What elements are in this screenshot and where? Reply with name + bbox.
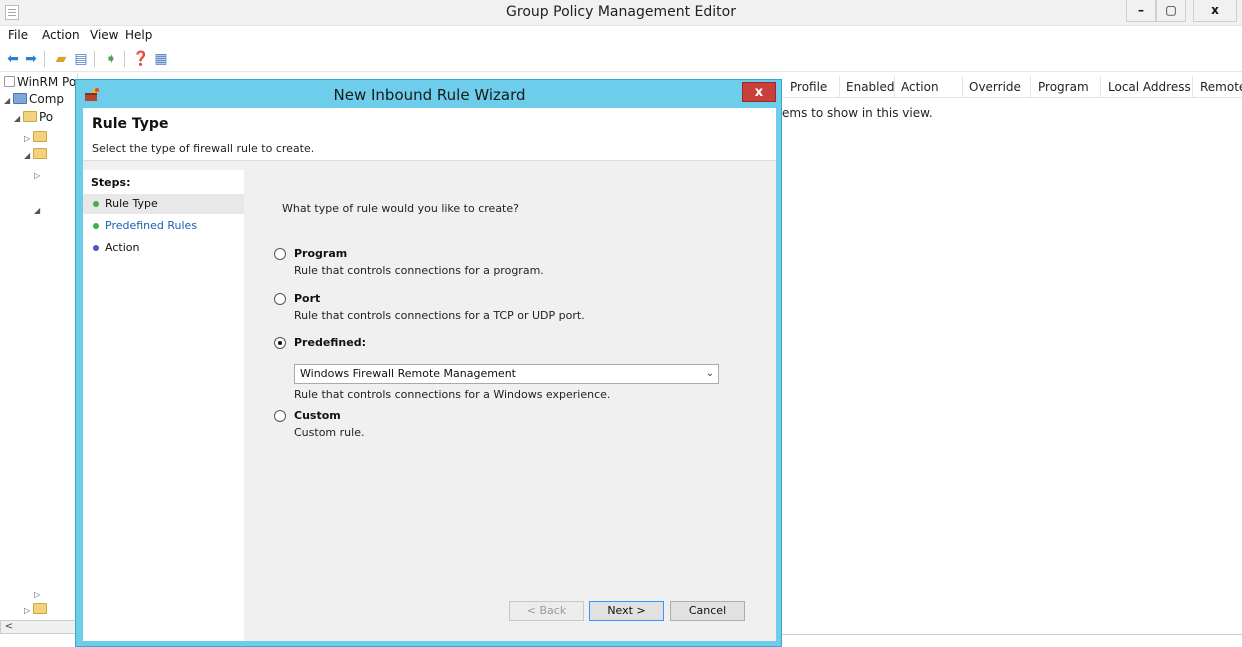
steps-title: Steps: bbox=[91, 176, 131, 189]
collapse-arrow-icon[interactable]: ◢ bbox=[34, 206, 43, 215]
tree-item[interactable]: ◢ bbox=[24, 147, 49, 163]
step-predefined-rules[interactable]: Predefined Rules bbox=[83, 216, 244, 236]
menu-file[interactable]: File bbox=[8, 28, 28, 42]
column-separator bbox=[962, 76, 963, 98]
toolbar-separator bbox=[44, 51, 45, 67]
steps-pane: Steps: Rule Type Predefined Rules Action bbox=[83, 170, 244, 641]
step-rule-type[interactable]: Rule Type bbox=[83, 194, 244, 214]
column-local-address[interactable]: Local Address bbox=[1108, 80, 1191, 94]
back-arrow-icon[interactable]: ⬅ bbox=[4, 50, 22, 68]
step-status-icon bbox=[93, 245, 99, 251]
step-status-icon bbox=[93, 223, 99, 229]
cancel-button[interactable]: Cancel bbox=[670, 601, 745, 621]
minimize-button[interactable]: – bbox=[1126, 0, 1156, 22]
tree-item[interactable]: ◢ bbox=[34, 202, 43, 218]
toolbar: ⬅ ➡ ▰ ▤ ➧ ❓ ▦ bbox=[0, 46, 1242, 72]
wizard-body: Rule Type Select the type of firewall ru… bbox=[83, 108, 776, 641]
computer-icon bbox=[13, 93, 27, 104]
wizard-content: What type of rule would you like to crea… bbox=[244, 170, 776, 641]
predefined-rule-select[interactable]: Windows Firewall Remote Management bbox=[294, 364, 719, 384]
tree-item[interactable]: ▷ bbox=[24, 130, 49, 146]
help-icon[interactable]: ❓ bbox=[132, 50, 150, 68]
scroll-left-button[interactable]: < bbox=[2, 621, 16, 633]
page-title: Rule Type bbox=[92, 116, 169, 132]
column-remote[interactable]: Remote bbox=[1200, 80, 1242, 94]
column-separator bbox=[1100, 76, 1101, 98]
new-inbound-rule-wizard: New Inbound Rule Wizard x Rule Type Sele… bbox=[75, 79, 782, 647]
folder-icon bbox=[23, 111, 37, 122]
toolbar-separator bbox=[94, 51, 95, 67]
wizard-title: New Inbound Rule Wizard bbox=[333, 86, 526, 104]
tree-item-policies[interactable]: ◢ Po bbox=[14, 110, 53, 126]
column-action[interactable]: Action bbox=[901, 80, 939, 94]
step-action[interactable]: Action bbox=[83, 238, 244, 258]
wizard-close-button[interactable]: x bbox=[742, 82, 776, 102]
column-separator bbox=[1192, 76, 1193, 98]
expand-arrow-icon[interactable]: ▷ bbox=[34, 590, 43, 599]
window-title: Group Policy Management Editor bbox=[506, 4, 736, 20]
show-hide-tree-icon[interactable]: ▤ bbox=[72, 50, 90, 68]
step-status-icon bbox=[93, 201, 99, 207]
collapse-arrow-icon[interactable]: ◢ bbox=[4, 96, 13, 105]
custom-radio[interactable] bbox=[274, 410, 286, 422]
column-program[interactable]: Program bbox=[1038, 80, 1089, 94]
menu-help[interactable]: Help bbox=[125, 28, 152, 42]
menu-view[interactable]: View bbox=[90, 28, 118, 42]
tree-item-root[interactable]: WinRM Po bbox=[4, 75, 76, 91]
predefined-radio[interactable] bbox=[274, 337, 286, 349]
status-divider bbox=[782, 634, 1242, 635]
port-radio[interactable] bbox=[274, 293, 286, 305]
maximize-button[interactable]: ▢ bbox=[1156, 0, 1186, 22]
forward-arrow-icon[interactable]: ➡ bbox=[22, 50, 40, 68]
predefined-description: Rule that controls connections for a Win… bbox=[294, 388, 611, 401]
export-list-icon[interactable]: ➧ bbox=[102, 50, 120, 68]
column-separator bbox=[839, 76, 840, 98]
folder-icon bbox=[33, 148, 47, 159]
tree-horizontal-scrollbar[interactable]: < bbox=[0, 620, 78, 634]
next-button[interactable]: Next > bbox=[589, 601, 664, 621]
folder-icon bbox=[33, 603, 47, 614]
title-bar: Group Policy Management Editor – ▢ x bbox=[0, 0, 1242, 26]
tree-item[interactable]: ▷ bbox=[34, 167, 43, 183]
expand-arrow-icon[interactable]: ▷ bbox=[24, 606, 33, 615]
rule-type-question: What type of rule would you like to crea… bbox=[282, 202, 519, 215]
tree-item[interactable]: ▷ bbox=[24, 602, 49, 618]
tree-item-computer[interactable]: ◢ Comp bbox=[4, 92, 64, 108]
tree-item[interactable]: ▷ bbox=[34, 586, 43, 602]
tree-pane: WinRM Po ◢ Comp ◢ Po ▷ ◢ ▷ ◢ ▷ ▷ bbox=[0, 73, 78, 633]
policy-icon bbox=[4, 76, 15, 87]
column-separator bbox=[894, 76, 895, 98]
page-subtitle: Select the type of firewall rule to crea… bbox=[92, 142, 315, 155]
wizard-header: Rule Type Select the type of firewall ru… bbox=[83, 108, 776, 161]
folder-icon bbox=[33, 131, 47, 142]
expand-arrow-icon[interactable]: ▷ bbox=[34, 171, 43, 180]
menu-bar: File Action View Help bbox=[0, 26, 1242, 46]
back-button[interactable]: < Back bbox=[509, 601, 584, 621]
column-override[interactable]: Override bbox=[969, 80, 1021, 94]
column-profile[interactable]: Profile bbox=[790, 80, 827, 94]
column-enabled[interactable]: Enabled bbox=[846, 80, 895, 94]
close-button[interactable]: x bbox=[1193, 0, 1237, 22]
collapse-arrow-icon[interactable]: ◢ bbox=[14, 114, 23, 123]
empty-list-message: ems to show in this view. bbox=[782, 106, 933, 120]
column-separator bbox=[1030, 76, 1031, 98]
expand-arrow-icon[interactable]: ▷ bbox=[24, 134, 33, 143]
program-radio[interactable] bbox=[274, 248, 286, 260]
list-header: Profile Enabled Action Override Program … bbox=[782, 76, 1242, 98]
properties-pane-icon[interactable]: ▦ bbox=[152, 50, 170, 68]
toolbar-separator bbox=[124, 51, 125, 67]
menu-action[interactable]: Action bbox=[42, 28, 80, 42]
up-folder-icon[interactable]: ▰ bbox=[52, 50, 70, 68]
collapse-arrow-icon[interactable]: ◢ bbox=[24, 151, 33, 160]
chevron-down-icon[interactable]: ⌄ bbox=[701, 364, 719, 384]
